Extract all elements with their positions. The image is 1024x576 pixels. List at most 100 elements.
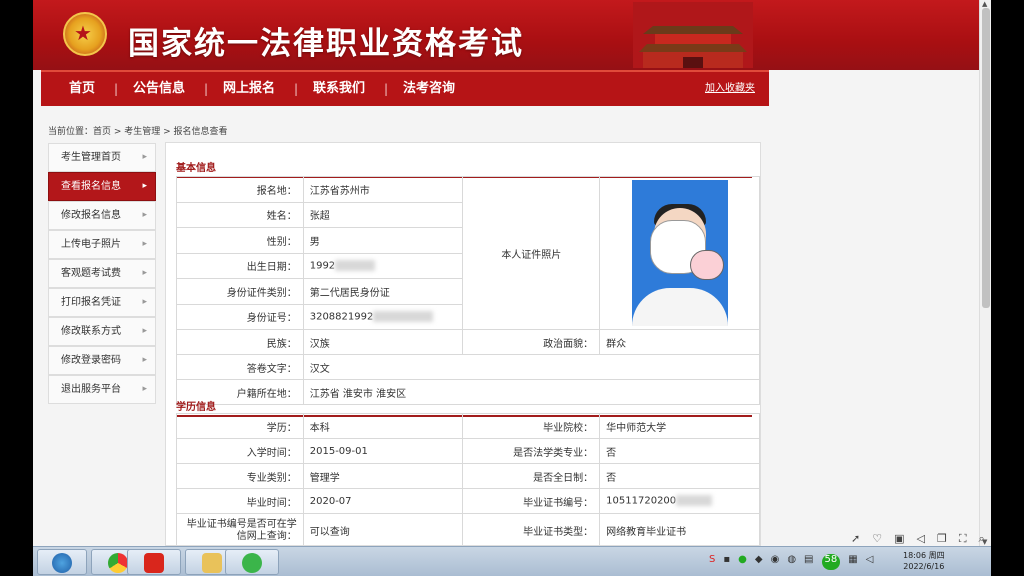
sidebar-item-view-registration[interactable]: 查看报名信息 ▸ [48,172,156,201]
ethnic-label: 民族： [176,329,304,355]
nav-consult[interactable]: 法考咨询 [403,72,455,106]
enroll-value: 2015-09-01 [302,438,464,464]
redaction-blur [335,260,376,271]
lang-value: 汉文 [302,354,760,380]
law-major-value: 否 [599,438,760,464]
sidebar-item-logout[interactable]: 退出服务平台 ▸ [48,375,156,404]
system-tray: S ▪ ● ◆ ◉ ◍ ▤ 58 ▦ ◁ [709,554,873,570]
windows-start-icon [52,553,72,573]
taskbar-wps[interactable] [127,549,181,575]
sidebar-item-label: 修改联系方式 [61,326,121,337]
enroll-label: 入学时间： [176,438,304,464]
cert-type-label: 毕业证书类型： [462,513,601,545]
main-nav: 首页 | 公告信息 | 网上报名 | 联系我们 | 法考咨询 加入收藏夹 [41,70,769,106]
nav-online-registration[interactable]: 网上报名 [223,72,275,106]
sidebar-item-label: 客观题考试费 [61,268,121,279]
online-query-label: 毕业证书编号是否可在学信网上查询： [176,513,304,545]
gender-value: 男 [302,227,464,254]
scroll-thumb[interactable] [982,8,990,308]
tray-app-icon[interactable]: ▪ [723,554,730,570]
sidebar-item-label: 考生管理首页 [61,152,121,163]
sidebar-item-label: 查看报名信息 [61,181,121,192]
nav-home[interactable]: 首页 [69,72,95,106]
site-banner: ★ 国家统一法律职业资格考试 [33,0,979,70]
registration-info-panel: 基本信息 报名地： 江苏省苏州市 本人证件照片 姓名： 张超 性别： 男 出生日… [165,142,761,546]
table-row: 毕业证书编号是否可在学信网上查询： 可以查询 毕业证书类型： 网络教育毕业证书 [176,513,760,545]
id-photo [631,180,728,326]
nav-contact[interactable]: 联系我们 [313,72,365,106]
table-row: 学历： 本科 毕业院校： 华中师范大学 [176,413,760,439]
sidebar-item-label: 修改报名信息 [61,210,121,221]
volume-icon[interactable]: ◁ [917,532,925,546]
photo-label: 本人证件照片 [462,176,601,330]
sidebar-item-print-voucher[interactable]: 打印报名凭证 ▸ [48,288,156,317]
sidebar-item-home[interactable]: 考生管理首页 ▸ [48,143,156,172]
window-icon[interactable]: ❐ [937,532,947,546]
degree-label: 学历： [176,413,304,439]
reg-place-value: 江苏省苏州市 [302,176,464,203]
folder-icon [202,553,222,573]
taskbar-wechat[interactable] [225,549,279,575]
photo-cell [599,176,760,330]
network-icon[interactable]: ▦ [848,554,857,570]
breadcrumb: 当前位置：首页 > 考生管理 > 报名信息查看 [48,127,228,137]
wechat-tray-icon[interactable]: ● [738,554,747,570]
birth-label: 出生日期： [176,252,304,279]
wechat-icon [242,553,262,573]
sidebar-item-edit-contact[interactable]: 修改联系方式 ▸ [48,317,156,346]
name-label: 姓名： [176,201,304,228]
search-icon[interactable]: ⌕ [979,532,985,546]
birth-value: 1992 [309,260,336,272]
table-row: 入学时间： 2015-09-01 是否法学类专业： 否 [176,438,760,464]
trash-icon[interactable]: ▣ [894,532,904,546]
fulltime-value: 否 [599,463,760,489]
tray-app-icon[interactable]: ◆ [755,554,763,570]
tray-app-icon[interactable]: ◍ [787,554,796,570]
start-button[interactable] [37,549,87,575]
birth-cell: 1992 [302,252,464,279]
site-title: 国家统一法律职业资格考试 [128,26,524,62]
national-emblem-icon: ★ [63,12,107,56]
add-favorite-link[interactable]: 加入收藏夹 [705,72,755,106]
clock-date: 2022/6/16 [903,562,945,571]
sidebar-item-exam-fee[interactable]: 客观题考试费 ▸ [48,259,156,288]
nav-separator: | [204,82,209,96]
fullscreen-icon[interactable]: ⛶ [959,532,967,546]
school-label: 毕业院校： [462,413,601,439]
grad-value: 2020-07 [302,488,464,514]
rocket-icon[interactable]: ➚ [851,532,860,546]
sidebar-item-label: 上传电子照片 [61,239,121,250]
cert-no-cell: 10511720200 [599,488,760,514]
tray-app-icon[interactable]: ◉ [771,554,780,570]
table-row: 答卷文字： 汉文 [176,354,760,380]
speaker-icon[interactable]: ◁ [866,554,874,570]
political-value: 群众 [599,329,760,355]
system-clock[interactable]: 18:06 周四 2022/6/16 [903,550,945,572]
sogou-icon[interactable]: S [709,554,715,570]
political-label: 政治面貌： [462,329,601,355]
scroll-up-icon[interactable]: ▲ [982,0,987,8]
redaction-blur [373,311,434,322]
online-query-value: 可以查询 [302,513,464,545]
basic-info-table: 报名地： 江苏省苏州市 本人证件照片 姓名： 张超 性别： 男 出生日期： 19… [176,176,760,405]
table-row: 民族： 汉族 政治面貌： 群众 [176,329,760,355]
screen: ★ 国家统一法律职业资格考试 首页 | 公告信息 | 网上报名 | 联系我们 |… [0,0,1024,576]
sidebar-item-change-password[interactable]: 修改登录密码 ▸ [48,346,156,375]
education-info-table: 学历： 本科 毕业院校： 华中师范大学 入学时间： 2015-09-01 是否法… [176,413,760,545]
redaction-blur [676,495,713,507]
heart-icon[interactable]: ♡ [872,532,882,546]
sidebar-item-upload-photo[interactable]: 上传电子照片 ▸ [48,230,156,259]
major-label: 专业类别： [176,463,304,489]
law-major-label: 是否法学类专业： [462,438,601,464]
sidebar: 考生管理首页 ▸ 查看报名信息 ▸ 修改报名信息 ▸ 上传电子照片 ▸ 客观题考试费 ▸ … [48,143,156,404]
sidebar-item-label: 修改登录密码 [61,355,121,366]
nav-announcements[interactable]: 公告信息 [133,72,185,106]
tray-app-icon[interactable]: ▤ [804,554,813,570]
sidebar-item-edit-registration[interactable]: 修改报名信息 ▸ [48,201,156,230]
chevron-right-icon: ▸ [142,239,147,249]
tray-badge[interactable]: 58 [821,554,841,570]
nav-separator: | [114,82,119,96]
id-type-value: 第二代居民身份证 [302,278,464,305]
page-scrollbar[interactable]: ▲ ▼ [979,0,991,546]
id-no-cell: 3208821992 [302,303,464,330]
